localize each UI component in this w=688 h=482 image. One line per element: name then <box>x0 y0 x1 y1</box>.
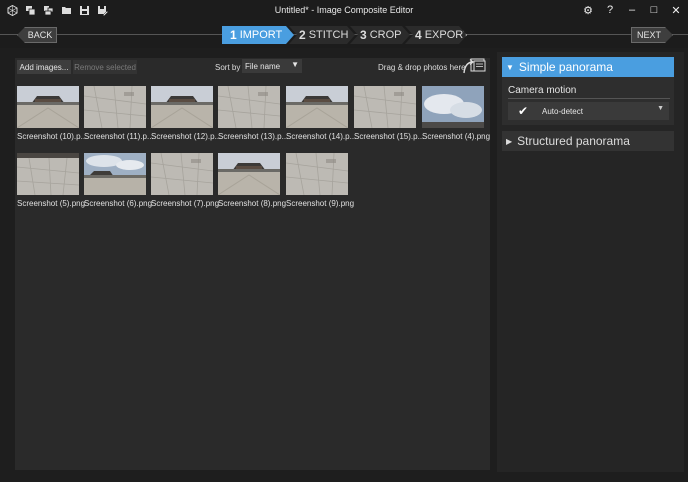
chevron-down-icon: ▼ <box>291 60 299 69</box>
next-button[interactable]: NEXT <box>631 27 673 43</box>
step-crop[interactable]: 3 CROP <box>350 26 410 44</box>
sort-by-select[interactable]: File name ▼ <box>242 59 302 73</box>
thumbnail-caption: Screenshot (15).p... <box>354 132 425 141</box>
image-thumbnail[interactable]: Screenshot (6).png <box>84 153 152 208</box>
thumbnail-image <box>354 86 416 128</box>
image-thumbnail[interactable]: Screenshot (4).png <box>422 86 490 141</box>
thumbnail-image <box>286 153 348 195</box>
sort-by-label: Sort by <box>215 63 241 72</box>
thumbnail-caption: Screenshot (8).png <box>218 199 287 208</box>
thumbnail-caption: Screenshot (5).png <box>17 199 86 208</box>
thumbnail-caption: Screenshot (7).png <box>151 199 220 208</box>
window-controls: ⚙ ? – □ ✕ <box>582 3 682 17</box>
image-thumbnail[interactable]: Screenshot (12).p... <box>151 86 221 141</box>
help-icon[interactable]: ? <box>604 3 616 17</box>
step-number: 4 <box>415 28 422 42</box>
drag-drop-label: Drag & drop photos here <box>378 63 466 72</box>
settings-icon[interactable]: ⚙ <box>582 3 594 17</box>
remove-selected-button: Remove selected <box>73 60 137 74</box>
structured-panorama-header[interactable]: ▶ Structured panorama <box>502 131 674 151</box>
minimize-icon[interactable]: – <box>626 3 638 17</box>
image-thumbnail[interactable]: Screenshot (14).p... <box>286 86 356 141</box>
step-label: EXPORT <box>424 29 470 41</box>
thumbnail-image <box>218 153 280 195</box>
step-number: 2 <box>299 28 306 42</box>
camera-motion-value: Auto-detect <box>542 106 583 116</box>
image-thumbnail[interactable]: Screenshot (8).png <box>218 153 286 208</box>
thumbnail-caption: Screenshot (9).png <box>286 199 355 208</box>
step-navigation: BACK 1 IMPORT 2 STITCH 3 CROP 4 EXPORT N… <box>0 22 688 48</box>
image-thumbnail[interactable]: Screenshot (7).png <box>151 153 219 208</box>
step-stitch[interactable]: 2 STITCH <box>289 26 355 44</box>
step-export[interactable]: 4 EXPORT <box>405 26 467 44</box>
step-number: 3 <box>360 28 367 42</box>
thumbnail-caption: Screenshot (10).p... <box>17 132 88 141</box>
sort-by-value: File name <box>245 61 281 71</box>
thumbnail-caption: Screenshot (11).p... <box>84 132 154 141</box>
simple-panorama-body: Camera motion ✔ Auto-detect ▼ <box>502 77 674 125</box>
image-thumbnail[interactable]: Screenshot (10).p... <box>17 86 87 141</box>
camera-motion-divider <box>508 98 670 99</box>
thumbnail-caption: Screenshot (12).p... <box>151 132 222 141</box>
structured-panorama-label: Structured panorama <box>517 134 630 148</box>
camera-motion-select[interactable]: ✔ Auto-detect ▼ <box>508 102 669 120</box>
image-panel: Add images... Remove selected Sort by Fi… <box>15 58 490 470</box>
chevron-down-icon: ▼ <box>657 105 664 112</box>
thumbnail-image <box>84 86 146 128</box>
thumbnail-image <box>17 86 79 128</box>
step-label: IMPORT <box>239 29 283 41</box>
checkmark-icon: ✔ <box>518 104 529 118</box>
image-thumbnail[interactable]: Screenshot (13).p... <box>218 86 288 141</box>
thumbnail-image <box>286 86 348 128</box>
thumbnail-caption: Screenshot (6).png <box>84 199 153 208</box>
thumbnail-image <box>84 153 146 195</box>
thumbnail-image <box>151 86 213 128</box>
title-bar: Untitled* - Image Composite Editor ⚙ ? –… <box>0 0 688 22</box>
thumbnail-image <box>17 153 79 195</box>
chevron-right-icon: ▶ <box>506 136 513 146</box>
thumbnail-caption: Screenshot (13).p... <box>218 132 289 141</box>
thumbnail-image <box>422 86 484 128</box>
camera-motion-label: Camera motion <box>508 85 577 96</box>
thumbnail-caption: Screenshot (4).png <box>422 132 491 141</box>
step-number: 1 <box>230 28 237 42</box>
settings-panel: ▼ Simple panorama Camera motion ✔ Auto-d… <box>497 52 684 472</box>
step-import[interactable]: 1 IMPORT <box>222 26 294 44</box>
back-button[interactable]: BACK <box>17 27 57 43</box>
maximize-icon[interactable]: □ <box>648 3 660 17</box>
image-thumbnail[interactable]: Screenshot (11).p... <box>84 86 154 141</box>
simple-panorama-header[interactable]: ▼ Simple panorama <box>502 57 674 77</box>
image-thumbnail[interactable]: Screenshot (15).p... <box>354 86 424 141</box>
thumbnail-image <box>218 86 280 128</box>
add-images-button[interactable]: Add images... <box>17 60 71 74</box>
step-label: CROP <box>369 29 402 41</box>
drag-drop-icon <box>462 58 488 74</box>
thumbnail-image <box>151 153 213 195</box>
image-thumbnail[interactable]: Screenshot (9).png <box>286 153 354 208</box>
simple-panorama-label: Simple panorama <box>518 60 613 74</box>
chevron-down-icon: ▼ <box>506 62 514 72</box>
thumbnail-caption: Screenshot (14).p... <box>286 132 357 141</box>
close-icon[interactable]: ✕ <box>670 3 682 17</box>
step-label: STITCH <box>308 29 349 41</box>
image-thumbnail[interactable]: Screenshot (5).png <box>17 153 85 208</box>
